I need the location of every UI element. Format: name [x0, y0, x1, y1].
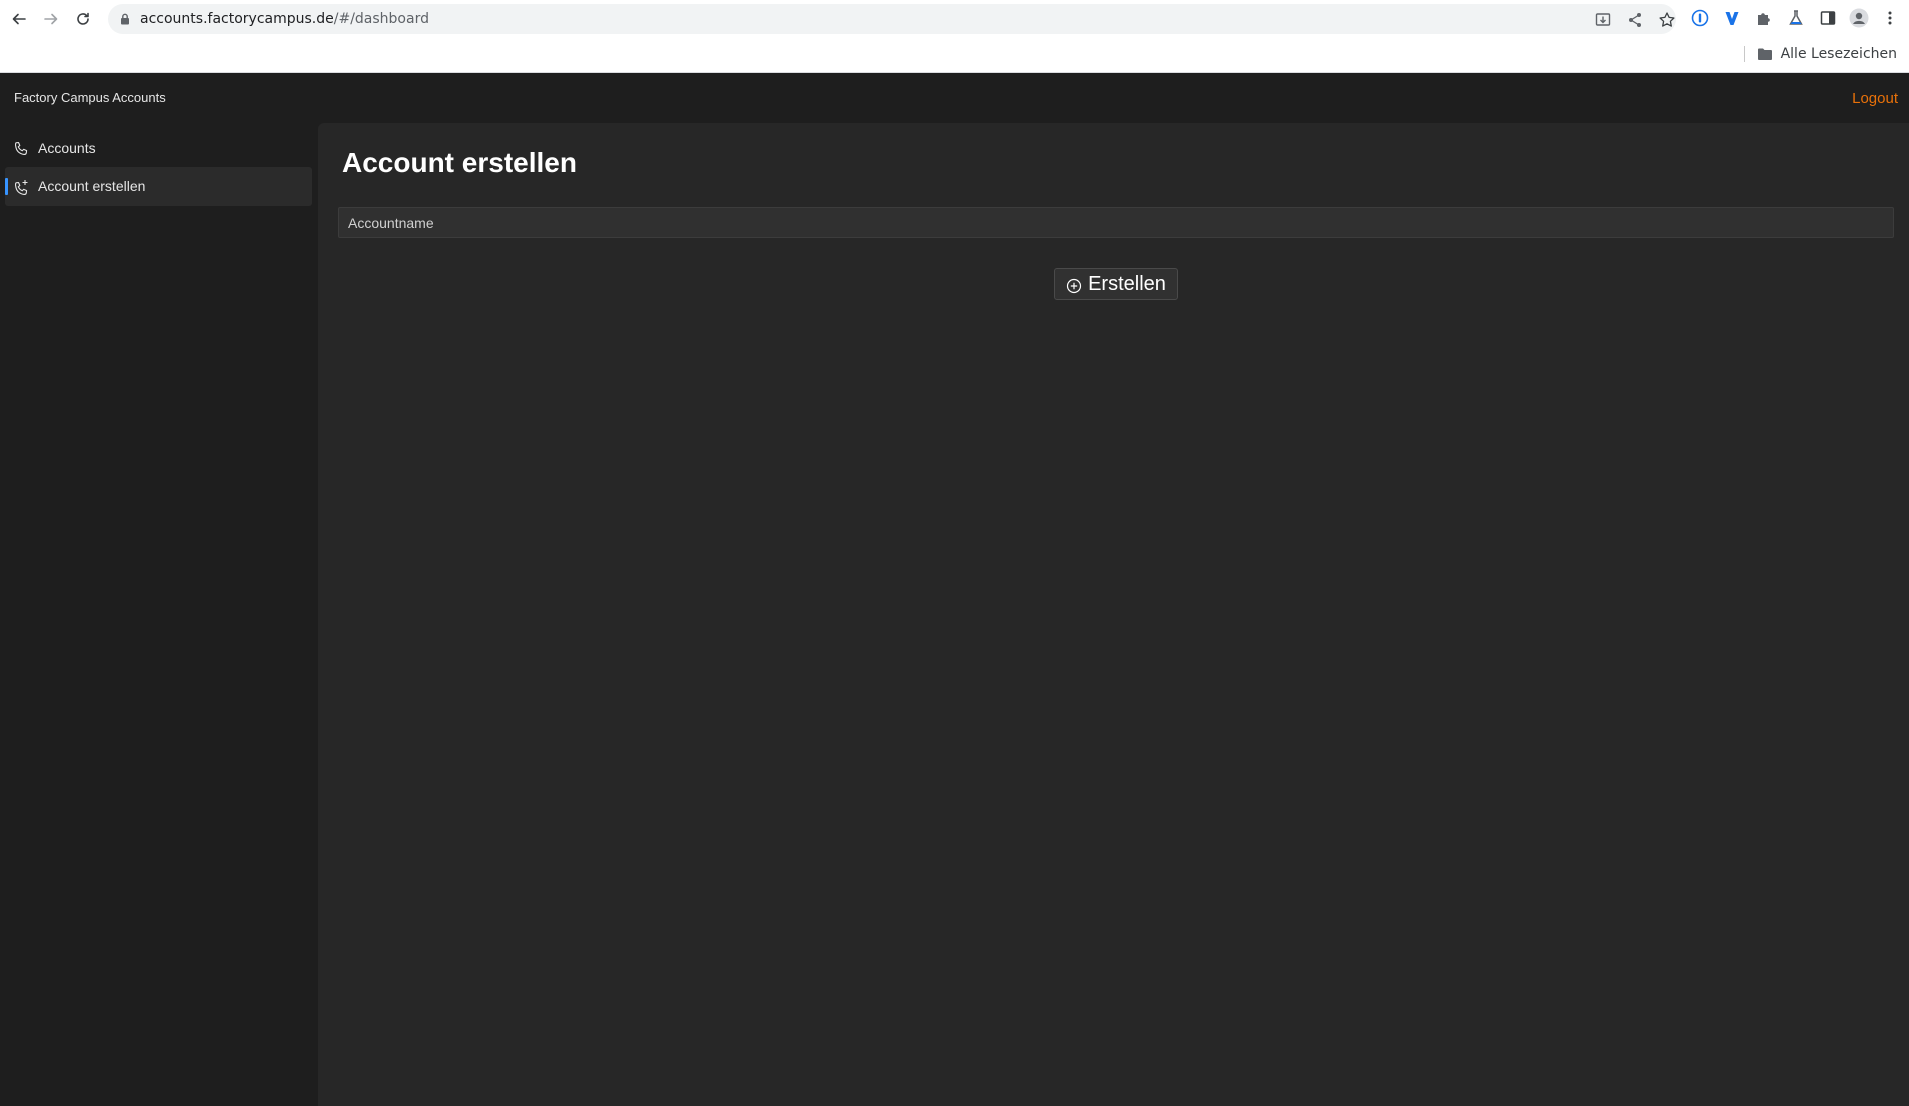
app-root: Factory Campus Accounts Logout Accounts … — [0, 73, 1909, 1106]
sidebar-item-accounts[interactable]: Accounts — [5, 129, 312, 168]
profile-avatar-icon[interactable] — [1849, 8, 1869, 28]
extension-v-icon[interactable] — [1723, 9, 1741, 27]
sidebar: Accounts Account erstellen — [0, 123, 318, 1106]
kebab-menu-icon[interactable] — [1883, 9, 1897, 27]
accountname-input[interactable] — [338, 207, 1894, 238]
lock-icon — [121, 13, 129, 25]
phone-add-icon — [14, 180, 28, 195]
page-title: Account erstellen — [342, 147, 577, 178]
star-icon[interactable] — [1658, 11, 1676, 29]
reload-icon — [77, 12, 89, 25]
active-indicator — [5, 178, 8, 195]
brand-title: Factory Campus Accounts — [14, 90, 166, 105]
folder-icon — [1757, 48, 1772, 60]
install-icon[interactable] — [1594, 11, 1612, 29]
app-header: Factory Campus Accounts Logout — [0, 73, 1909, 123]
reload-button[interactable] — [72, 8, 94, 30]
password-manager-icon[interactable] — [1691, 9, 1709, 27]
sidebar-item-label: Accounts — [38, 140, 96, 156]
url-host: accounts.factorycampus.de — [140, 11, 334, 27]
all-bookmarks-link[interactable]: Alle Lesezeichen — [1781, 46, 1897, 62]
share-icon[interactable] — [1626, 11, 1644, 29]
url-text: accounts.factorycampus.de/#/dashboard — [140, 11, 429, 27]
address-bar[interactable]: accounts.factorycampus.de/#/dashboard — [108, 4, 1676, 34]
create-button-label: Erstellen — [1088, 272, 1166, 295]
browser-chrome: accounts.factorycampus.de/#/dashboard Al… — [0, 0, 1909, 73]
main-panel: Account erstellen Erstellen — [318, 123, 1909, 1106]
puzzle-icon[interactable] — [1755, 9, 1773, 27]
back-button[interactable] — [8, 8, 30, 30]
sidebar-item-account-erstellen[interactable]: Account erstellen — [5, 167, 312, 206]
plus-circle-icon — [1066, 278, 1082, 293]
logout-link[interactable]: Logout — [1852, 90, 1898, 107]
side-panel-icon[interactable] — [1819, 9, 1837, 27]
forward-button[interactable] — [40, 8, 62, 30]
arrow-left-icon — [12, 13, 26, 25]
lab-flask-icon[interactable] — [1787, 9, 1805, 27]
create-button[interactable]: Erstellen — [1054, 268, 1178, 300]
url-path: /#/dashboard — [333, 11, 429, 27]
phone-icon — [14, 141, 28, 155]
sidebar-item-label: Account erstellen — [38, 178, 146, 194]
bookmarks-separator — [1743, 46, 1745, 62]
arrow-right-icon — [44, 13, 58, 25]
bookmarks-bar: Alle Lesezeichen — [1743, 44, 1897, 64]
